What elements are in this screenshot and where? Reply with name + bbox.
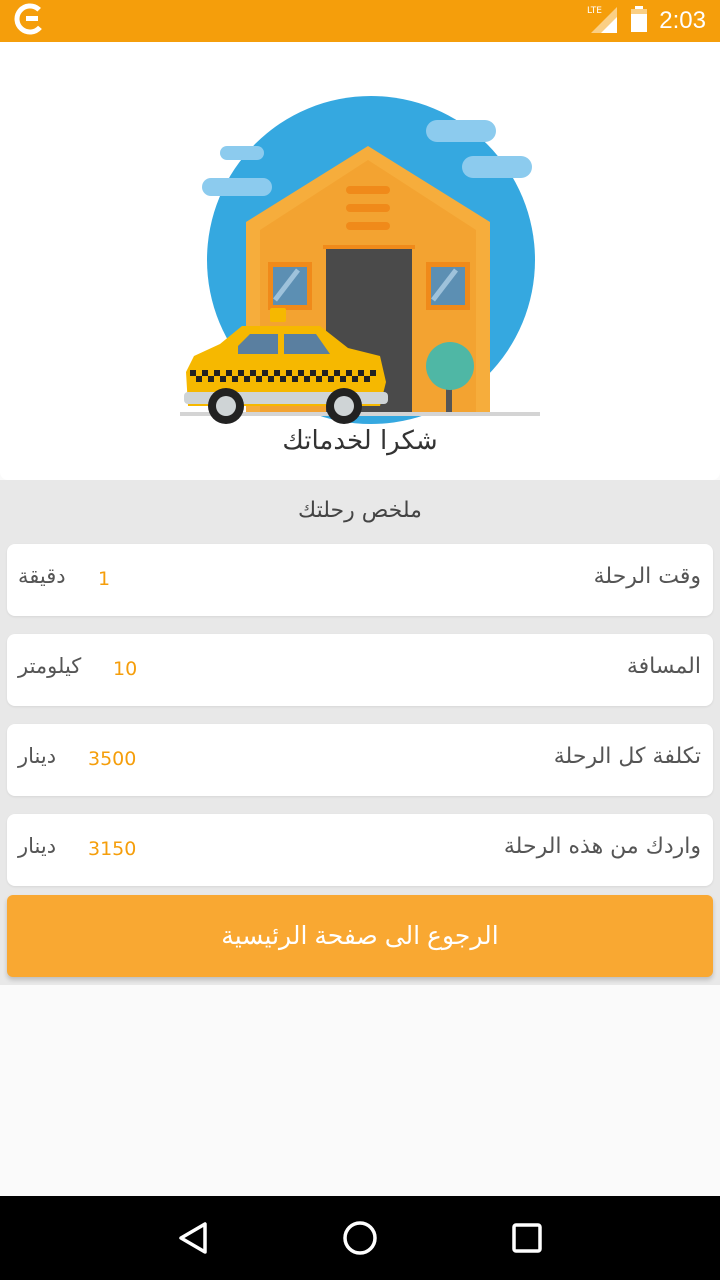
recents-square-icon[interactable] [497, 1208, 557, 1268]
back-to-home-button[interactable]: الرجوع الى صفحة الرئيسية [7, 895, 713, 977]
taxi-house-illustration [180, 94, 540, 438]
earnings-unit: دينار [18, 834, 57, 858]
distance-row: المسافة 10 كيلومتر [7, 634, 713, 706]
battery-icon [629, 5, 649, 37]
trip-time-value: 1 [98, 568, 111, 590]
distance-value: 10 [113, 658, 138, 680]
earnings-row: واردك من هذه الرحلة 3150 دينار [7, 814, 713, 886]
earnings-label: واردك من هذه الرحلة [503, 834, 701, 859]
app-logo-icon [14, 3, 46, 39]
thanks-text: شكرا لخدماتك [282, 426, 438, 456]
home-circle-icon[interactable] [330, 1208, 390, 1268]
hero-card: شكرا لخدماتك [0, 42, 720, 480]
clock: 2:03 [659, 7, 706, 34]
status-bar: LTE 2:03 [0, 0, 720, 42]
system-nav-bar [0, 1196, 720, 1280]
network-type: LTE [587, 6, 602, 16]
distance-unit: كيلومتر [18, 654, 82, 678]
trip-time-unit: دقيقة [18, 564, 66, 588]
total-cost-value: 3500 [88, 748, 137, 770]
back-triangle-icon[interactable] [163, 1208, 223, 1268]
signal-icon: LTE [587, 3, 619, 39]
distance-label: المسافة [626, 654, 701, 679]
earnings-value: 3150 [88, 838, 137, 860]
total-cost-unit: دينار [18, 744, 57, 768]
total-cost-label: تكلفة كل الرحلة [553, 744, 701, 769]
trip-time-row: وقت الرحلة 1 دقيقة [7, 544, 713, 616]
trip-time-label: وقت الرحلة [593, 564, 701, 589]
total-cost-row: تكلفة كل الرحلة 3500 دينار [7, 724, 713, 796]
trip-summary: ملخص رحلتك وقت الرحلة 1 دقيقة المسافة 10… [0, 480, 720, 985]
summary-title: ملخص رحلتك [298, 498, 422, 523]
